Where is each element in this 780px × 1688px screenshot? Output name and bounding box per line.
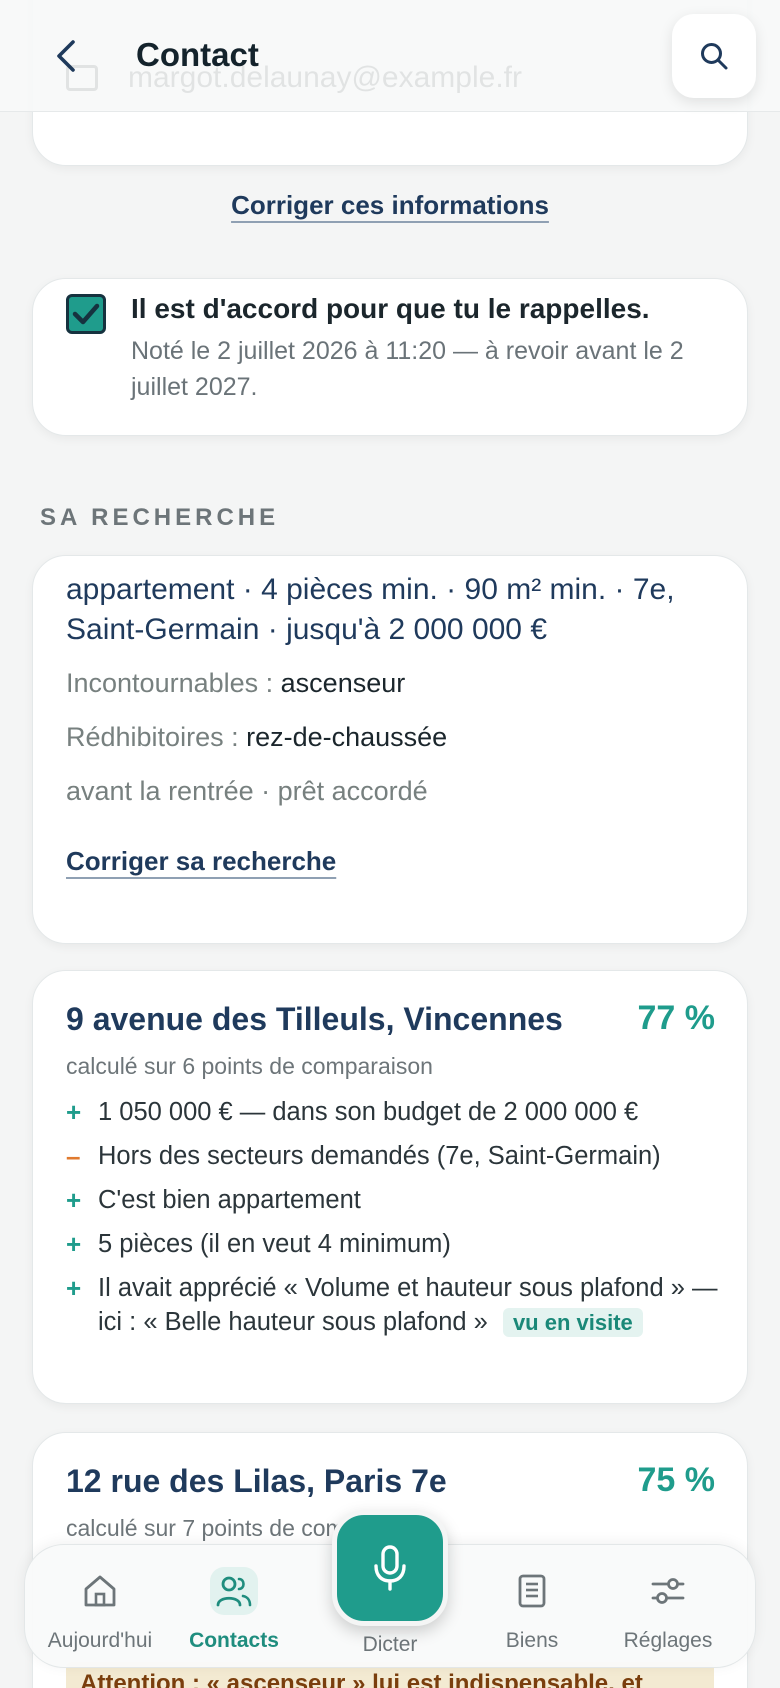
users-icon (216, 1576, 252, 1607)
check-icon (72, 303, 100, 325)
search-criteria-card: appartement · 4 pièces min. · 90 m² min.… (32, 555, 748, 944)
deal-breakers-label: Rédhibitoires : (66, 722, 247, 752)
match-point-text: Hors des secteurs demandés (7e, Saint-Ge… (98, 1142, 661, 1170)
nav-today[interactable]: Aujourd'hui (25, 1545, 175, 1669)
match-point: – Hors des secteurs demandés (7e, Saint-… (66, 1139, 726, 1173)
deal-breakers-value: rez-de-chaussée (246, 722, 448, 752)
dictate-button[interactable] (332, 1510, 448, 1626)
search-icon (701, 43, 728, 70)
property-title: 12 rue des Lilas, Paris 7e (66, 1463, 447, 1499)
plus-icon: + (66, 1097, 82, 1127)
mail-icon (66, 65, 98, 91)
top-bar: Contact margot.delaunay@example.fr (0, 0, 780, 112)
match-point-text: 1 050 000 € — dans son budget de 2 000 0… (98, 1098, 639, 1126)
plus-icon: + (66, 1229, 82, 1259)
match-point: + 1 050 000 € — dans son budget de 2 000… (66, 1095, 726, 1129)
match-point: + 5 pièces (il en veut 4 minimum) (66, 1227, 726, 1261)
nav-label: Réglages (623, 1629, 713, 1652)
must-have-label: Incontournables : (66, 668, 281, 698)
home-icon-wrap (76, 1567, 124, 1615)
sliders-icon-wrap (644, 1567, 692, 1615)
nav-contacts[interactable]: Contacts (159, 1545, 309, 1669)
match-point-text: 5 pièces (il en veut 4 minimum) (98, 1230, 451, 1258)
plus-icon: + (66, 1185, 82, 1215)
search-summary: appartement · 4 pièces min. · 90 m² min.… (66, 573, 675, 646)
match-point: + Il avait apprécié « Volume et hauteur … (66, 1271, 726, 1340)
match-score: 77 % (637, 999, 716, 1037)
nav-properties[interactable]: Biens (457, 1545, 607, 1669)
nav-label: Aujourd'hui (47, 1629, 153, 1652)
consent-title: Il est d'accord pour que tu le rappelles… (131, 293, 650, 324)
consent-checkbox[interactable] (66, 294, 106, 334)
mic-icon (374, 1545, 406, 1591)
fix-info-link[interactable]: Corriger ces informations (231, 190, 549, 220)
nav-settings[interactable]: Réglages (593, 1545, 743, 1669)
must-have-row: Incontournables : ascenseur (66, 668, 405, 699)
nav-label: Contacts (189, 1629, 279, 1652)
property-title: 9 avenue des Tilleuls, Vincennes (66, 1001, 563, 1037)
users-icon-wrap (210, 1567, 258, 1615)
deal-breakers-row: Rédhibitoires : rez-de-chaussée (66, 722, 447, 753)
nav-label: Biens (505, 1629, 559, 1652)
fix-info-row: Corriger ces informations (0, 190, 780, 221)
callback-consent-card: Il est d'accord pour que tu le rappelles… (32, 278, 748, 436)
match-point-text: C'est bien appartement (98, 1186, 361, 1214)
property-match-card[interactable]: 9 avenue des Tilleuls, Vincennes 77 % ca… (32, 970, 748, 1404)
plus-icon: + (66, 1273, 82, 1303)
scrolled-email-row: margot.delaunay@example.fr (66, 58, 522, 98)
section-label-search: SA RECHERCHE (40, 504, 280, 531)
visited-tag: vu en visite (502, 1308, 643, 1337)
minus-icon: – (66, 1141, 81, 1171)
fix-search-link[interactable]: Corriger sa recherche (66, 846, 336, 876)
sliders-icon (651, 1578, 685, 1604)
must-have-value: ascenseur (280, 668, 406, 698)
match-score: 75 % (637, 1461, 716, 1499)
nav-label-dictate: Dicter (362, 1633, 418, 1656)
building-icon-wrap (508, 1567, 556, 1615)
match-basis: calculé sur 6 points de comparaison (66, 1053, 433, 1079)
home-icon (84, 1575, 116, 1607)
search-button[interactable] (672, 14, 756, 98)
match-points-list: + 1 050 000 € — dans son budget de 2 000… (66, 1095, 726, 1350)
search-extra: avant la rentrée · prêt accordé (66, 776, 428, 806)
building-icon (518, 1574, 546, 1608)
match-point: + C'est bien appartement (66, 1183, 726, 1217)
fix-search-row: Corriger sa recherche (66, 846, 336, 877)
contact-screen: Contact margot.delaunay@example.fr Corri… (0, 0, 780, 1688)
consent-note: Noté le 2 juillet 2026 à 11:20 — à revoi… (131, 337, 684, 401)
email-value: margot.delaunay@example.fr (128, 61, 522, 94)
